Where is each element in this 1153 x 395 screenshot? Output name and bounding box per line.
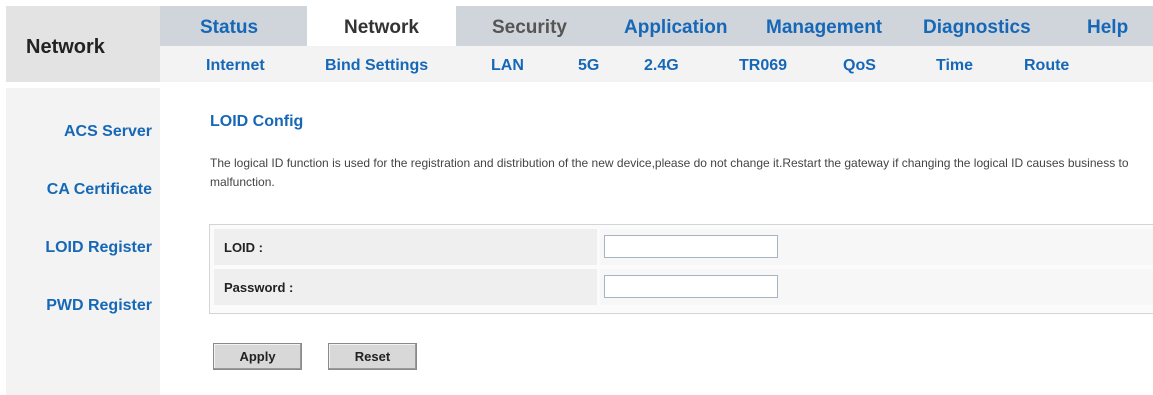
subtab-internet[interactable]: Internet [206, 46, 265, 82]
tab-network[interactable]: Network [307, 6, 456, 46]
subtab-qos[interactable]: QoS [843, 46, 876, 82]
form-row-loid: LOID : [210, 225, 1153, 265]
sub-nav: Internet Bind Settings LAN 5G 2.4G TR069… [160, 46, 1153, 82]
page-title: LOID Config [210, 113, 304, 130]
subtab-route[interactable]: Route [1024, 46, 1069, 82]
sidebar-item-ca-certificate[interactable]: CA Certificate [47, 181, 152, 199]
tab-application[interactable]: Application [624, 6, 727, 46]
form-row-password: Password : [210, 265, 1153, 305]
subtab-2-4g[interactable]: 2.4G [644, 46, 679, 82]
sidebar-item-pwd-register[interactable]: PWD Register [46, 297, 152, 315]
value-cell [600, 269, 1153, 305]
subtab-5g[interactable]: 5G [578, 46, 599, 82]
sidebar-item-loid-register[interactable]: LOID Register [45, 239, 152, 257]
section-header: Network [6, 6, 160, 82]
reset-button[interactable]: Reset [328, 343, 417, 370]
label-cell: Password : [214, 269, 597, 305]
top-nav: Status Network Security Application Mana… [160, 6, 1153, 46]
loid-form: LOID : Password : [209, 224, 1153, 314]
loid-input[interactable] [604, 235, 778, 258]
apply-button[interactable]: Apply [213, 343, 302, 370]
subtab-bind-settings[interactable]: Bind Settings [325, 46, 428, 82]
loid-label: LOID : [224, 240, 263, 255]
sidebar-item-acs-server[interactable]: ACS Server [64, 123, 152, 141]
subtab-tr069[interactable]: TR069 [739, 46, 787, 82]
password-label: Password : [224, 280, 294, 295]
value-cell [600, 229, 1153, 265]
tab-diagnostics[interactable]: Diagnostics [923, 6, 1031, 46]
label-cell: LOID : [214, 229, 597, 265]
tab-status[interactable]: Status [200, 6, 258, 46]
subtab-lan[interactable]: LAN [491, 46, 524, 82]
password-input[interactable] [604, 275, 778, 298]
sidebar: ACS Server CA Certificate LOID Register … [6, 88, 160, 395]
page-description: The logical ID function is used for the … [210, 156, 1129, 189]
tab-help[interactable]: Help [1087, 6, 1128, 46]
tab-security[interactable]: Security [492, 6, 567, 46]
subtab-time[interactable]: Time [936, 46, 973, 82]
section-title: Network [26, 36, 105, 58]
tab-management[interactable]: Management [766, 6, 882, 46]
